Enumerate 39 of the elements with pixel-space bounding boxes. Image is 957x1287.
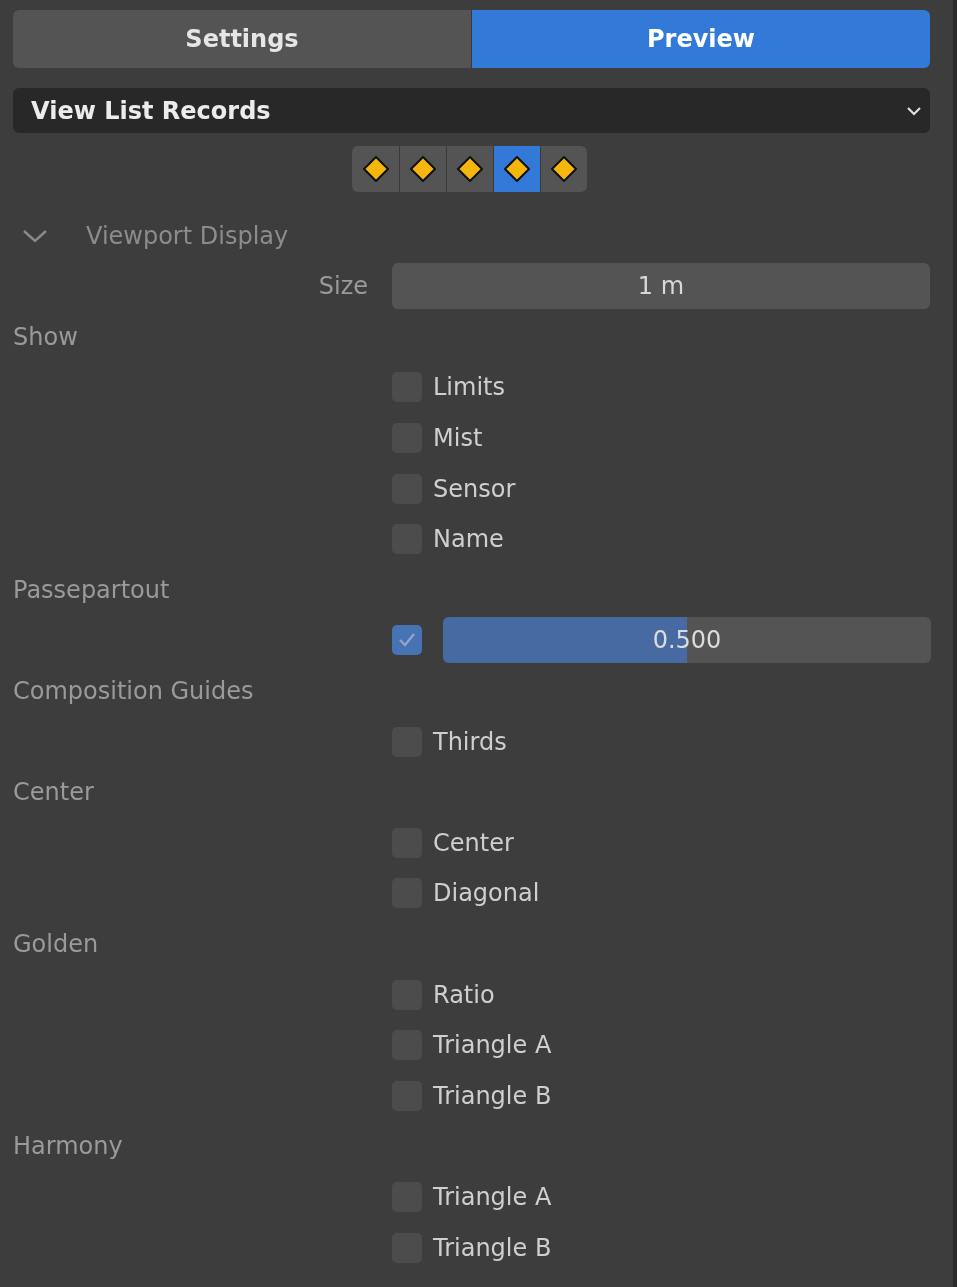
checkbox-label: Ratio (433, 980, 495, 1009)
checkbox-label: Triangle A (433, 1031, 552, 1060)
checkbox-label: Triangle B (433, 1081, 552, 1110)
group-heading: Center (13, 778, 94, 807)
diamond-icon (362, 156, 389, 182)
keyframe-button[interactable] (493, 146, 540, 192)
diamond-icon (504, 156, 530, 182)
group-heading: Harmony (13, 1132, 123, 1161)
checkbox-label: Limits (433, 373, 505, 402)
diamond-icon (410, 156, 436, 182)
keyframe-button[interactable] (540, 146, 587, 192)
caret-icon (906, 105, 922, 116)
slider[interactable]: 0.500 (443, 617, 931, 664)
checkbox[interactable] (392, 625, 422, 656)
field-label: Size (317, 272, 368, 301)
group-heading: Show (13, 322, 78, 351)
checkbox-label: Thirds (433, 727, 507, 756)
tab[interactable]: Preview (471, 10, 930, 68)
checkbox-label: Mist (433, 424, 483, 453)
checkbox-label: Triangle A (433, 1183, 552, 1211)
keyframe-button[interactable] (399, 146, 446, 192)
checkbox-label: Center (433, 828, 514, 857)
keyframe-button[interactable] (352, 146, 399, 192)
checkbox-label: Diagonal (433, 879, 540, 908)
diamond-icon (457, 156, 483, 182)
keyframe-button[interactable] (446, 146, 493, 192)
tab[interactable]: Settings (13, 10, 471, 68)
checkbox-label: Name (433, 525, 504, 554)
checkbox-label: Sensor (433, 474, 516, 503)
group-heading: Golden (13, 930, 99, 958)
group-heading: Composition Guides (13, 677, 254, 706)
checkbox-label: Triangle B (433, 1233, 552, 1262)
group-heading: Passepartout (13, 575, 170, 604)
chevron-icon[interactable] (22, 228, 48, 244)
dropdown[interactable]: View List Records (13, 88, 930, 133)
section-title: Viewport Display (86, 222, 289, 250)
slider-value: 0.500 (652, 626, 722, 655)
diamond-icon (551, 156, 577, 182)
size-field[interactable]: 1 m (392, 263, 930, 310)
